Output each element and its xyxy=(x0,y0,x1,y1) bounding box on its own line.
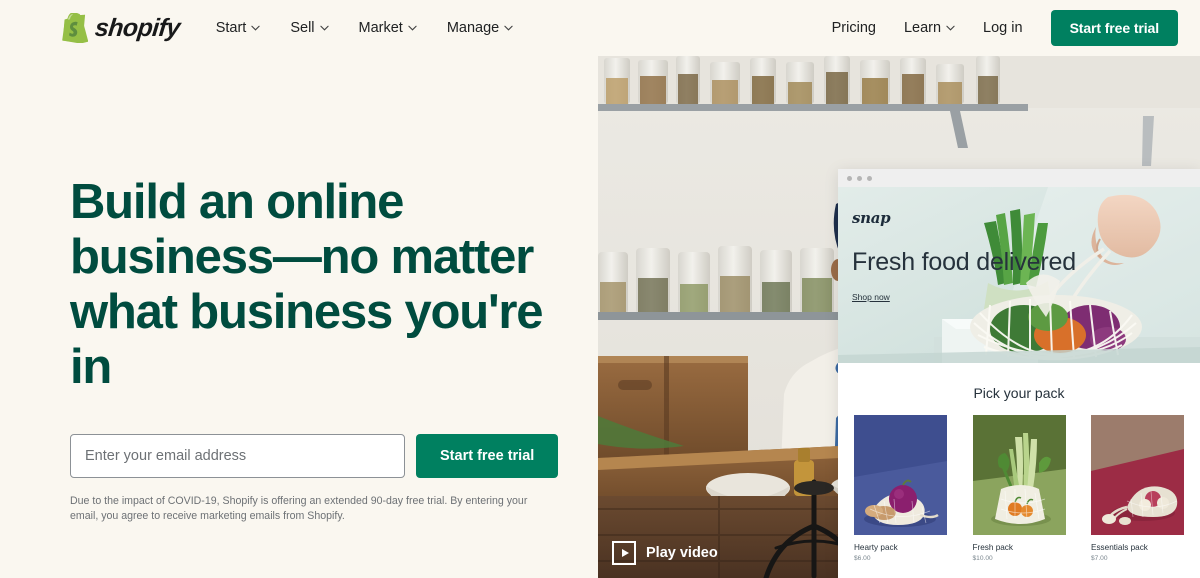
nav-label: Learn xyxy=(903,20,942,36)
nav-label: Pricing xyxy=(831,20,876,36)
shopify-homepage: shopify Start Sell Market Manage Pricing… xyxy=(0,0,1200,578)
chevron-down-icon xyxy=(504,25,513,31)
nav-item-sell[interactable]: Sell xyxy=(290,20,329,36)
product-image-essentials-pack xyxy=(1091,415,1184,535)
play-icon xyxy=(612,541,636,565)
primary-nav: Start Sell Market Manage xyxy=(216,20,514,36)
nav-item-start[interactable]: Start xyxy=(216,20,261,36)
nav-label: Sell xyxy=(290,20,315,36)
storefront-hero-banner: snap Fresh food delivered Shop now xyxy=(838,187,1200,363)
product-image-fresh-pack xyxy=(972,415,1066,535)
product-grid: Hearty pack $6.00 Fresh pack $10.00 Esse… xyxy=(838,415,1200,562)
chevron-down-icon xyxy=(946,25,955,31)
product-name: Hearty pack xyxy=(854,543,898,552)
product-image-hearty-pack xyxy=(854,415,947,535)
essentials-pack-photo-illustration xyxy=(1091,415,1184,535)
snap-logo: snap xyxy=(852,209,891,227)
nav-label: Start xyxy=(215,20,247,36)
chevron-down-icon xyxy=(319,25,329,31)
site-header: shopify Start Sell Market Manage Pricing… xyxy=(0,0,1200,56)
nav-label: Market xyxy=(358,20,403,36)
shop-now-link[interactable]: Shop now xyxy=(852,292,890,302)
product-card-essentials-pack[interactable]: Essentials pack $7.00 xyxy=(1091,415,1184,562)
secondary-nav: Pricing Learn Log in Start free trial xyxy=(832,10,1178,46)
nav-item-login[interactable]: Log in xyxy=(983,20,1023,36)
product-price: $7.00 xyxy=(1091,555,1108,562)
shopify-logo[interactable]: shopify xyxy=(62,13,182,43)
nav-item-manage[interactable]: Manage xyxy=(447,20,513,36)
product-card-fresh-pack[interactable]: Fresh pack $10.00 xyxy=(972,415,1066,562)
chevron-down-icon xyxy=(251,25,260,31)
nav-label: Manage xyxy=(446,20,500,36)
hero-content: Build an online business—no matter what … xyxy=(70,175,590,524)
shopify-bag-icon xyxy=(62,13,88,43)
nav-item-learn[interactable]: Learn xyxy=(904,20,955,36)
window-dot-green-icon xyxy=(867,175,872,181)
nav-item-market[interactable]: Market xyxy=(359,20,417,36)
email-input[interactable] xyxy=(70,434,405,478)
shopify-wordmark: shopify xyxy=(93,13,182,42)
window-dot-yellow-icon xyxy=(857,175,862,181)
storefront-preview-card: snap Fresh food delivered Shop now Pick … xyxy=(838,169,1200,578)
browser-chrome-bar xyxy=(838,169,1200,187)
start-free-trial-button[interactable]: Start free trial xyxy=(416,434,559,478)
fresh-pack-photo-illustration xyxy=(972,415,1066,535)
storefront-hero-text: snap Fresh food delivered Shop now xyxy=(852,209,1076,305)
nav-item-pricing[interactable]: Pricing xyxy=(832,20,876,36)
header-start-free-trial-button[interactable]: Start free trial xyxy=(1050,10,1178,46)
product-price: $6.00 xyxy=(854,555,871,562)
hearty-pack-photo-illustration xyxy=(854,415,947,535)
nav-label: Log in xyxy=(983,20,1023,36)
signup-form: Start free trial xyxy=(70,434,590,478)
play-video-button[interactable]: Play video xyxy=(612,541,718,565)
product-price: $10.00 xyxy=(972,555,993,562)
product-name: Fresh pack xyxy=(972,543,1014,552)
chevron-down-icon xyxy=(408,25,417,31)
page-title: Build an online business—no matter what … xyxy=(70,175,544,394)
play-video-label: Play video xyxy=(646,545,718,561)
storefront-headline: Fresh food delivered xyxy=(852,248,1076,276)
product-card-hearty-pack[interactable]: Hearty pack $6.00 xyxy=(854,415,947,562)
pick-your-pack-title: Pick your pack xyxy=(973,385,1065,401)
product-name: Essentials pack xyxy=(1091,543,1148,552)
window-dot-red-icon xyxy=(847,175,852,181)
legal-fineprint: Due to the impact of COVID-19, Shopify i… xyxy=(70,495,528,522)
